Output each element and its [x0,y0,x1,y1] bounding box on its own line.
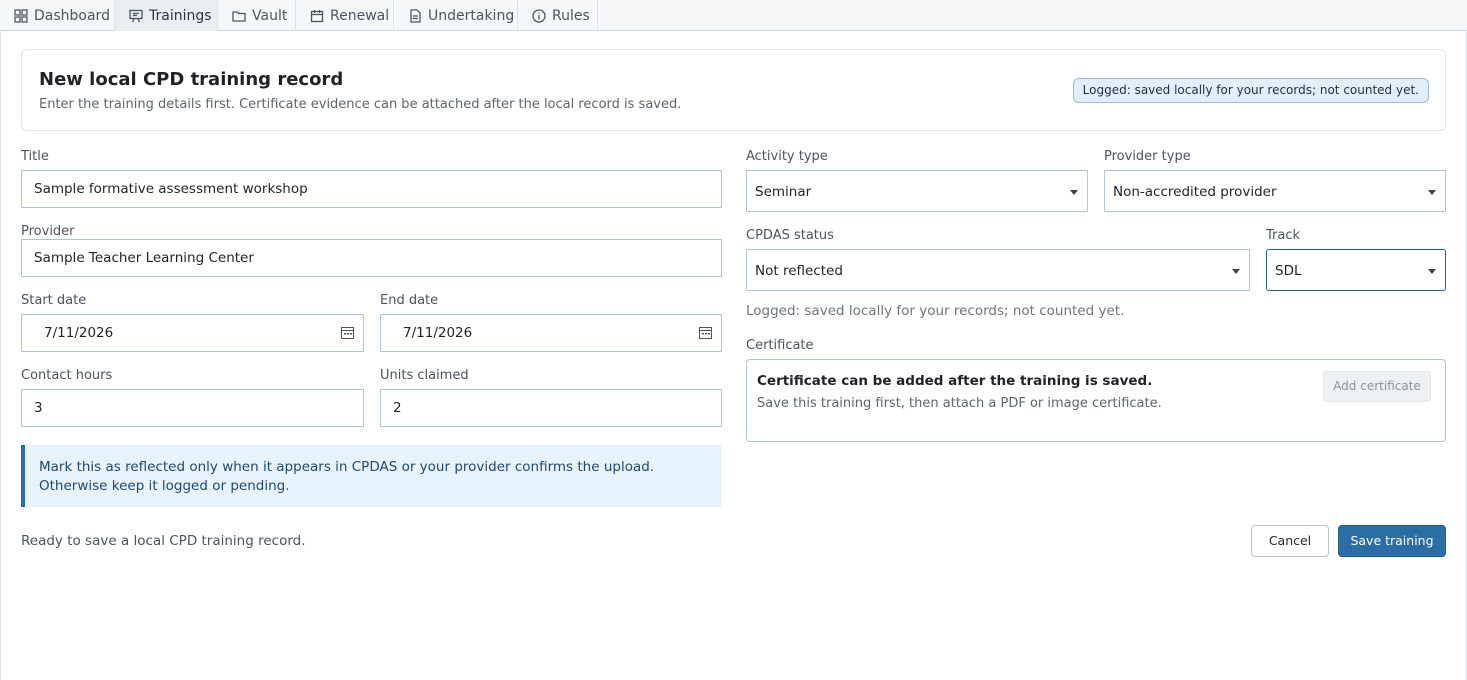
info-icon [532,8,546,23]
chevron-down-icon [1428,190,1436,195]
folder-icon [232,10,246,22]
tab-label: Dashboard [34,7,110,24]
chevron-down-icon [1070,190,1078,195]
calendar-icon[interactable] [341,327,354,339]
provider-type-value: Non-accredited provider [1113,184,1277,200]
provider-input[interactable]: Sample Teacher Learning Center [21,239,722,277]
grid-icon [14,8,28,23]
tab-vault[interactable]: Vault [218,0,296,31]
page-subtitle: Enter the training details first. Certif… [39,97,682,112]
calendar-icon[interactable] [699,327,712,339]
certificate-subtitle: Save this training first, then attach a … [757,396,1162,411]
units-claimed-label: Units claimed [380,368,469,383]
chevron-down-icon [1428,269,1436,274]
track-select[interactable]: SDL [1266,249,1446,291]
activity-type-label: Activity type [746,149,828,164]
form-header-card: New local CPD training record Enter the … [21,49,1446,131]
activity-type-select[interactable]: Seminar [746,170,1088,212]
units-claimed-value: 2 [393,400,402,416]
add-certificate-button[interactable]: Add certificate [1323,371,1431,402]
end-date-input[interactable]: 7/11/2026 [380,314,722,352]
cpdas-status-value: Not reflected [755,263,843,279]
page-title: New local CPD training record [39,69,344,90]
cancel-button[interactable]: Cancel [1251,525,1329,557]
provider-type-select[interactable]: Non-accredited provider [1104,170,1446,212]
certificate-label: Certificate [746,338,814,353]
start-date-value: 7/11/2026 [44,325,114,341]
certificate-title: Certificate can be added after the train… [757,373,1153,389]
title-value: Sample formative assessment workshop [34,181,308,197]
provider-value: Sample Teacher Learning Center [34,250,254,266]
start-date-label: Start date [21,293,87,308]
title-input[interactable]: Sample formative assessment workshop [21,170,722,208]
tab-rules[interactable]: Rules [518,0,598,31]
units-claimed-input[interactable]: 2 [380,389,722,427]
tab-label: Undertaking [428,7,515,24]
chevron-down-icon [1232,269,1240,274]
document-icon [410,8,421,23]
tab-label: Renewal [330,7,390,24]
title-label: Title [21,149,49,164]
ready-status-text: Ready to save a local CPD training recor… [21,533,306,549]
top-nav-tabs: Dashboard Trainings Vault Renewal Undert… [0,0,1467,31]
contact-hours-value: 3 [34,400,43,416]
end-date-value: 7/11/2026 [403,325,473,341]
tab-trainings[interactable]: Trainings [115,0,218,31]
cpdas-status-select[interactable]: Not reflected [746,249,1250,291]
activity-type-value: Seminar [755,184,812,200]
certificate-box: Certificate can be added after the train… [746,359,1446,442]
tab-dashboard[interactable]: Dashboard [0,0,115,31]
cpdas-status-label: CPDAS status [746,228,834,243]
provider-type-label: Provider type [1104,149,1191,164]
contact-hours-label: Contact hours [21,368,113,383]
calendar-icon [310,9,324,22]
track-value: SDL [1275,263,1302,279]
reflection-notice: Mark this as reflected only when it appe… [21,445,722,507]
end-date-label: End date [380,293,439,308]
tab-undertaking[interactable]: Undertaking [394,0,518,31]
track-label: Track [1266,228,1301,243]
status-badge: Logged: saved locally for your records; … [1072,78,1429,103]
tab-label: Vault [252,7,288,24]
tab-renewal[interactable]: Renewal [296,0,394,31]
save-training-button[interactable]: Save training [1338,525,1446,557]
tab-label: Trainings [149,7,212,24]
provider-label: Provider [21,224,75,239]
tab-label: Rules [552,7,590,24]
contact-hours-input[interactable]: 3 [21,389,364,427]
presentation-icon [129,9,143,22]
status-helper-text: Logged: saved locally for your records; … [746,303,1125,319]
start-date-input[interactable]: 7/11/2026 [21,314,364,352]
